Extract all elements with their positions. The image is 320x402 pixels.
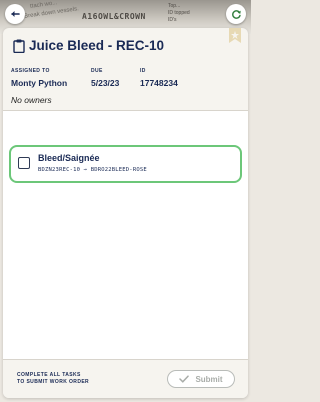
task-source: BDZN23REC-10: [38, 167, 81, 173]
work-order-card: Juice Bleed - REC-10 ASSIGNED TO Monty P…: [3, 28, 248, 398]
background-text: ID's: [168, 17, 177, 23]
background-text: ID topped: [168, 10, 190, 16]
id-value: 17748234: [140, 78, 178, 88]
back-button[interactable]: [5, 4, 25, 24]
footer-note-line: COMPLETE ALL TASKS: [17, 372, 81, 378]
background-text: Top...: [168, 3, 181, 9]
back-arrow-icon: [11, 11, 20, 17]
assigned-to: ASSIGNED TO Monty Python: [11, 68, 67, 88]
due-date: DUE 5/23/23: [91, 68, 119, 88]
due-label: DUE: [91, 68, 103, 74]
id-label: ID: [140, 68, 146, 74]
due-value: 5/23/23: [91, 78, 120, 88]
task-destination: BDRO22BLEED-ROSE: [90, 167, 147, 173]
checkbox-icon[interactable]: [18, 157, 30, 169]
title-row: Juice Bleed - REC-10: [13, 38, 164, 53]
background-text: ttach wo...: [29, 0, 58, 10]
footer-note-line: TO SUBMIT WORK ORDER: [17, 379, 90, 385]
work-order-header: Juice Bleed - REC-10 ASSIGNED TO Monty P…: [3, 28, 248, 110]
refresh-icon: [231, 9, 241, 19]
footer: COMPLETE ALL TASKS TO SUBMIT WORK ORDER …: [3, 359, 248, 398]
owners-text: No owners: [11, 95, 52, 105]
assigned-to-label: ASSIGNED TO: [11, 68, 50, 74]
background-text: A16OWL&CROWN: [82, 12, 146, 21]
check-icon: [179, 375, 190, 383]
submit-label: Submit: [195, 374, 223, 384]
assigned-to-value: Monty Python: [11, 78, 68, 88]
task-transfer: BDZN23REC-10 → BDRO22BLEED-ROSE: [38, 167, 147, 173]
footer-note: COMPLETE ALL TASKS TO SUBMIT WORK ORDER: [17, 372, 89, 386]
work-order-id: ID 17748234: [140, 68, 178, 88]
task-item[interactable]: Bleed/Saignée BDZN23REC-10 → BDRO22BLEED…: [9, 145, 242, 183]
task-title: Bleed/Saignée: [38, 153, 100, 163]
page-title: Juice Bleed - REC-10: [29, 38, 165, 53]
bookmark-icon[interactable]: [229, 28, 241, 43]
refresh-button[interactable]: [226, 4, 246, 24]
arrow-right-icon: →: [83, 167, 88, 173]
task-list: Bleed/Saignée BDZN23REC-10 → BDRO22BLEED…: [3, 111, 248, 359]
clipboard-icon: [13, 39, 25, 53]
submit-button[interactable]: Submit: [167, 370, 235, 388]
